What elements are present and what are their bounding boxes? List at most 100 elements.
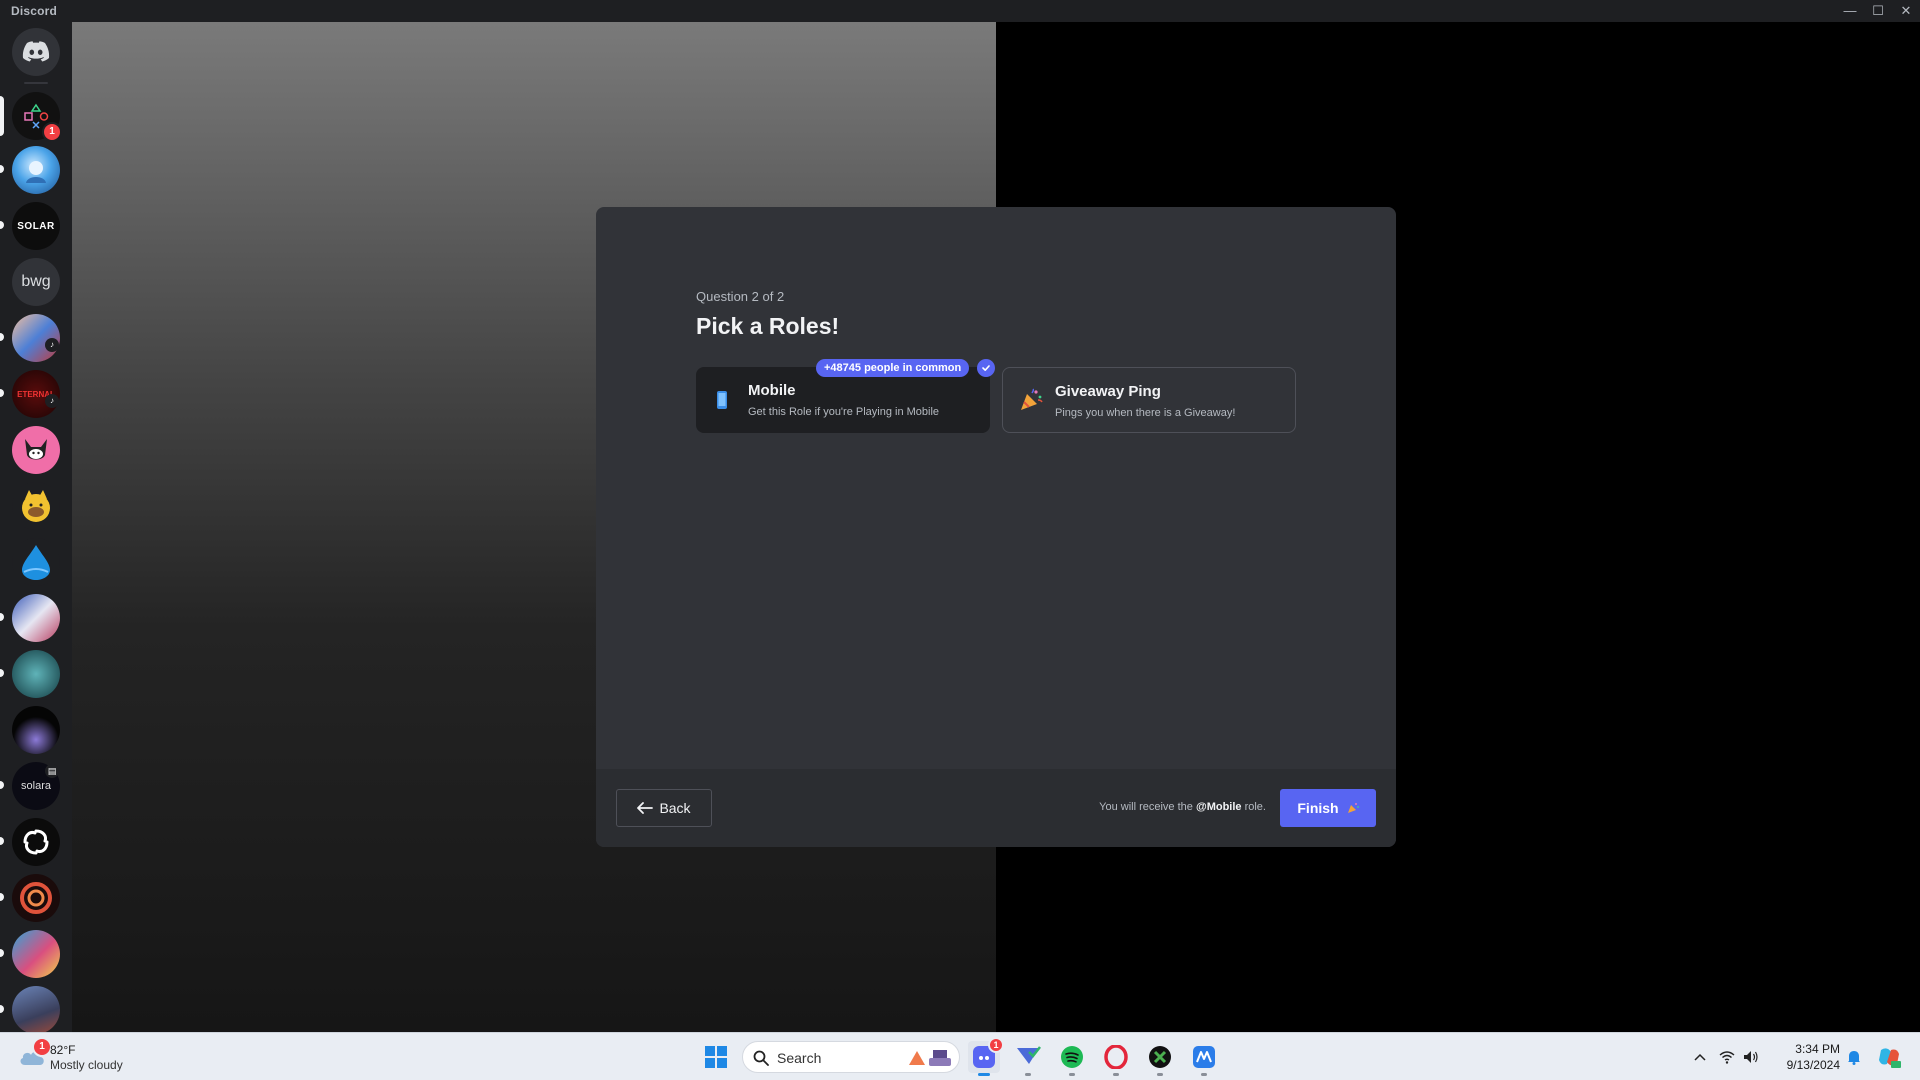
finish-label: Finish <box>1297 800 1339 816</box>
start-button[interactable] <box>700 1041 732 1073</box>
home-button[interactable] <box>12 28 60 76</box>
spotify-icon <box>1061 1046 1083 1068</box>
discord-notification-badge: 1 <box>988 1037 1004 1053</box>
spiral-logo-icon <box>23 829 49 855</box>
system-clock[interactable]: 3:34 PM 9/13/2024 <box>1766 1041 1840 1073</box>
running-app-indicator <box>1113 1073 1119 1076</box>
phone-icon <box>716 390 728 415</box>
app-logo-icon <box>1193 1046 1215 1068</box>
maximize-button[interactable]: ☐ <box>1864 0 1892 22</box>
finish-button[interactable]: Finish <box>1280 789 1376 827</box>
wifi-icon[interactable] <box>1716 1041 1738 1073</box>
weather-condition: Mostly cloudy <box>50 1058 123 1072</box>
red-swirl-icon <box>20 882 52 914</box>
event-icon: ▤ <box>45 764 59 778</box>
minimize-button[interactable]: — <box>1836 0 1864 22</box>
avatar-face-icon <box>26 161 46 183</box>
party-popper-icon <box>1019 388 1043 417</box>
role-option-giveaway-ping[interactable]: Giveaway Ping Pings you when there is a … <box>1002 367 1296 433</box>
weather-temp: 82°F <box>50 1043 76 1057</box>
clock-date: 9/13/2024 <box>1786 1058 1840 1072</box>
question-number: Question 2 of 2 <box>696 289 785 304</box>
server-spiral-red[interactable] <box>12 874 60 922</box>
show-hidden-icons-button[interactable] <box>1690 1041 1710 1073</box>
clock-time: 3:34 PM <box>1795 1042 1840 1056</box>
server-bwg-label: bwg <box>21 273 51 290</box>
speaker-icon: ♪ <box>45 394 59 408</box>
active-app-indicator <box>978 1073 990 1076</box>
running-app-indicator <box>1025 1073 1031 1076</box>
role-receive-notice: You will receive the @Mobile role. <box>1099 801 1266 813</box>
onboarding-modal: Question 2 of 2 Pick a Roles! Mobile Get… <box>596 207 1396 847</box>
running-app-indicator <box>1069 1073 1075 1076</box>
search-placeholder: Search <box>777 1050 822 1066</box>
weather-alert-badge: 1 <box>32 1037 52 1057</box>
windows-taskbar: 1 82°F Mostly cloudy Search 1 3:34 PM 9/… <box>0 1032 1920 1080</box>
speaker-icon: ♪ <box>45 338 59 352</box>
receive-role-mention: @Mobile <box>1195 801 1242 813</box>
taskbar-search[interactable]: Search <box>742 1041 960 1073</box>
water-drop-icon <box>22 545 50 580</box>
unread-indicator <box>0 221 4 229</box>
server-sidebar: 1 SOLAR bwg ♪ ETERNAL ♪ solara ▤ <box>0 22 72 1032</box>
taskbar-discord[interactable]: 1 <box>968 1037 1004 1076</box>
kuromi-icon <box>25 439 47 460</box>
opera-icon <box>1104 1045 1128 1069</box>
unread-indicator <box>0 613 4 621</box>
unread-indicator <box>0 669 4 677</box>
window-titlebar: Discord — ☐ ✕ <box>0 0 1920 22</box>
unread-indicator <box>0 949 4 957</box>
server-solar-label: SOLAR <box>17 220 55 232</box>
server-game-art[interactable] <box>12 930 60 978</box>
unread-indicator <box>0 837 4 845</box>
party-popper-icon <box>1347 803 1359 813</box>
taskbar-opera[interactable] <box>1100 1041 1132 1076</box>
close-button[interactable]: ✕ <box>1892 0 1920 22</box>
modal-footer: Back You will receive the @Mobile role. … <box>596 769 1396 847</box>
role-name: Giveaway Ping <box>1055 383 1161 400</box>
unread-indicator <box>0 333 4 341</box>
arrow-left-icon <box>637 802 654 814</box>
role-description: Get this Role if you're Playing in Mobil… <box>748 406 940 418</box>
back-label: Back <box>659 800 691 816</box>
server-droplet[interactable] <box>12 538 60 586</box>
taskbar-xbox[interactable] <box>1144 1041 1176 1076</box>
server-ice-avatar[interactable] <box>12 146 60 194</box>
taskbar-vpn[interactable] <box>1012 1041 1044 1076</box>
search-highlight-icon <box>909 1050 951 1066</box>
back-button[interactable]: Back <box>616 789 712 827</box>
yellow-cat-icon <box>22 490 50 522</box>
server-spiral-black[interactable] <box>12 818 60 866</box>
unread-indicator <box>0 165 4 173</box>
unread-indicator <box>0 781 4 789</box>
people-in-common-badge: +48745 people in common <box>816 359 970 377</box>
app-title: Discord <box>11 4 58 18</box>
volume-icon[interactable] <box>1740 1041 1762 1073</box>
sidebar-separator <box>24 82 48 84</box>
taskbar-app[interactable] <box>1188 1041 1220 1076</box>
selected-check-icon <box>977 359 995 377</box>
shield-check-icon <box>1017 1046 1041 1064</box>
server-dark-orb[interactable] <box>12 706 60 754</box>
server-bwg[interactable]: bwg <box>12 258 60 306</box>
server-anime-2[interactable] <box>12 594 60 642</box>
server-kuromi[interactable] <box>12 426 60 474</box>
server-fighter[interactable] <box>12 986 60 1032</box>
server-solar[interactable]: SOLAR <box>12 202 60 250</box>
receive-suffix: role. <box>1241 801 1266 813</box>
copilot-icon[interactable] <box>1874 1041 1904 1073</box>
unread-indicator <box>0 389 4 397</box>
role-name: Mobile <box>748 382 796 399</box>
taskbar-spotify[interactable] <box>1056 1041 1088 1076</box>
running-app-indicator <box>1201 1073 1207 1076</box>
server-solara-label: solara <box>21 780 51 792</box>
weather-widget[interactable]: 1 82°F Mostly cloudy <box>18 1037 158 1075</box>
server-cat[interactable] <box>12 482 60 530</box>
server-teal[interactable] <box>12 650 60 698</box>
selected-server-indicator <box>0 96 4 136</box>
windows-logo-icon <box>705 1046 727 1068</box>
notification-bell-icon[interactable] <box>1844 1041 1864 1073</box>
unread-indicator <box>0 893 4 901</box>
xbox-icon <box>1149 1046 1171 1068</box>
search-icon <box>753 1050 769 1066</box>
